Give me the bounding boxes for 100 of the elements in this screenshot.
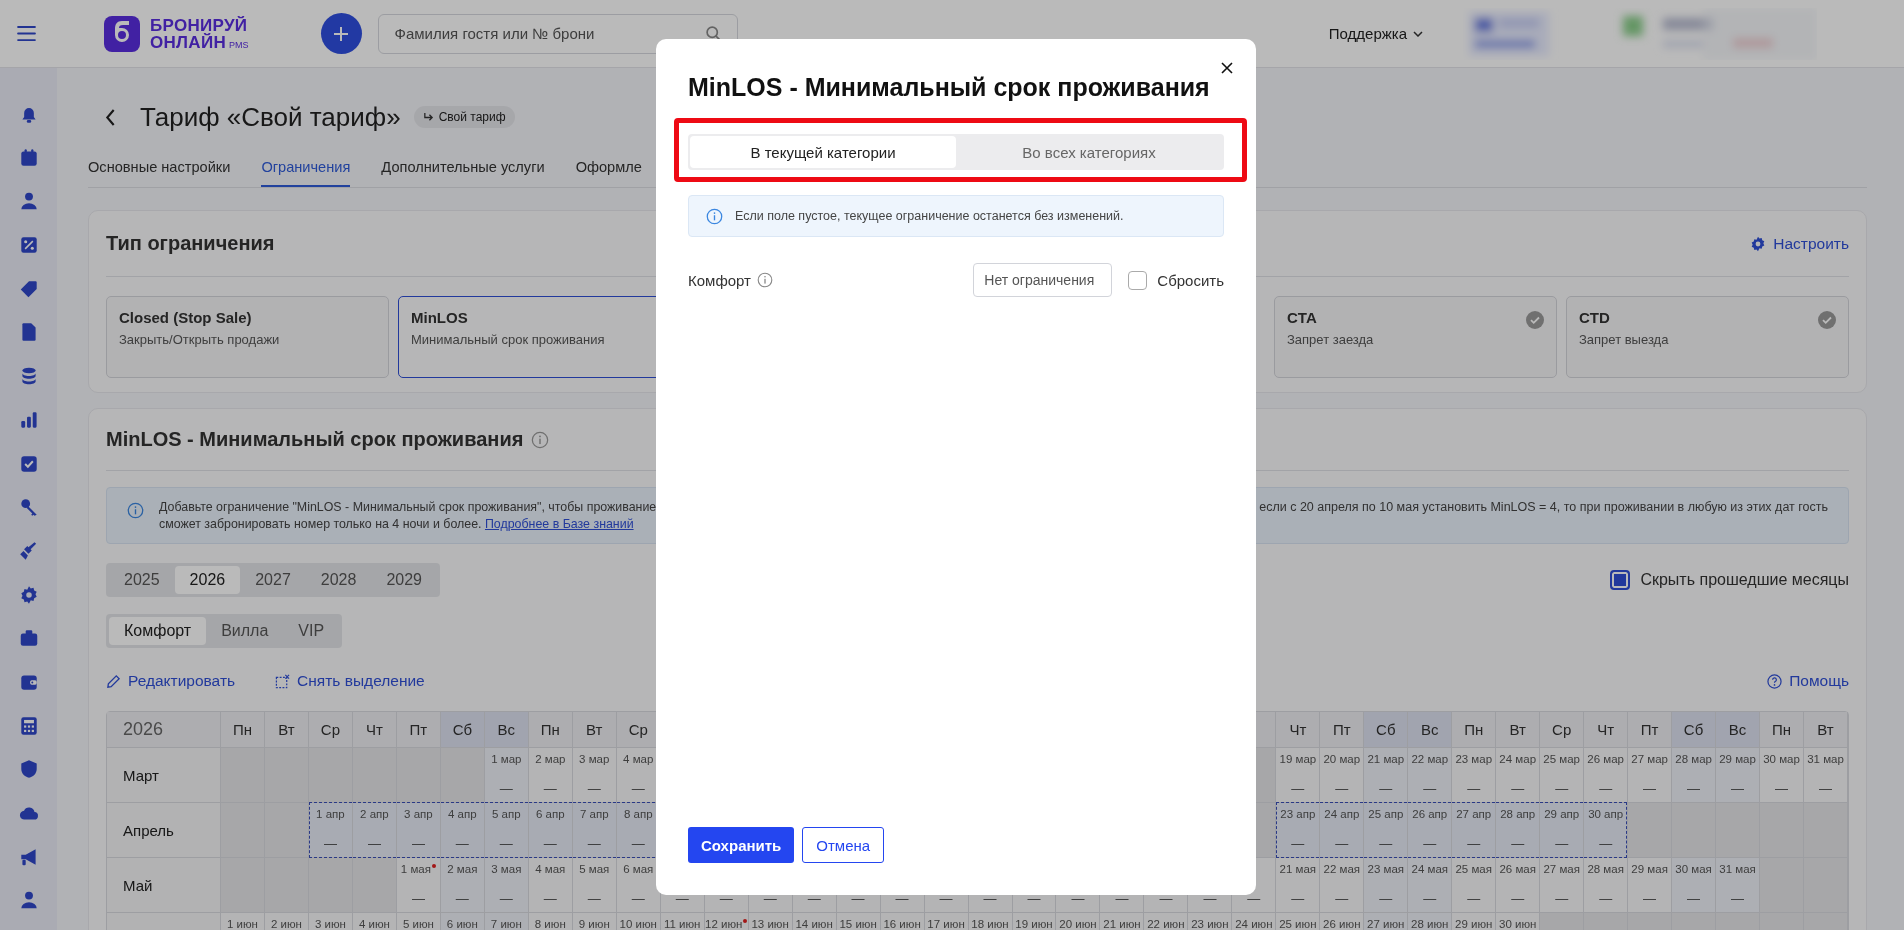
calendar-cell[interactable]: 26 мая — bbox=[1496, 858, 1541, 913]
calendar-cell[interactable]: 8 июн bbox=[528, 913, 573, 930]
calendar-cell[interactable]: 23 апр — bbox=[1276, 803, 1321, 858]
year-tab[interactable]: 2026 bbox=[174, 566, 241, 594]
calendar-cell[interactable]: 27 апр — bbox=[1452, 803, 1497, 858]
calendar-cell[interactable]: 3 мая — bbox=[484, 858, 529, 913]
calendar-cell[interactable]: 24 мая — bbox=[1408, 858, 1453, 913]
year-tab[interactable]: 2029 bbox=[371, 566, 437, 594]
calendar-cell[interactable]: 1 мар — bbox=[484, 748, 529, 803]
calendar-cell[interactable]: 26 апр — bbox=[1408, 803, 1453, 858]
calendar-cell[interactable]: 27 мая — bbox=[1540, 858, 1585, 913]
year-tab[interactable]: 2028 bbox=[305, 566, 372, 594]
calendar-cell[interactable]: 2 апр — bbox=[352, 803, 397, 858]
calendar-cell[interactable]: 3 апр — bbox=[396, 803, 441, 858]
calendar-cell[interactable]: 25 мар — bbox=[1540, 748, 1585, 803]
calendar-cell[interactable]: 19 мар — bbox=[1276, 748, 1321, 803]
restriction-option[interactable]: CTD Запрет выезда bbox=[1566, 296, 1849, 378]
calendar-cell[interactable]: 29 мая — bbox=[1628, 858, 1673, 913]
calendar-cell[interactable]: 5 апр — bbox=[484, 803, 529, 858]
calendar-cell[interactable]: 3 июн bbox=[308, 913, 353, 930]
calendar-cell[interactable]: 4 мая — bbox=[528, 858, 573, 913]
calendar-cell[interactable]: 27 июн bbox=[1364, 913, 1409, 930]
calendar-cell[interactable]: 28 мая — bbox=[1584, 858, 1629, 913]
calendar-cell[interactable]: 1 апр — bbox=[308, 803, 353, 858]
calendar-cell[interactable]: 30 мар — bbox=[1760, 748, 1804, 803]
calendar-cell[interactable]: 30 апр — bbox=[1584, 803, 1629, 858]
tab[interactable]: Основные настройки bbox=[88, 147, 231, 187]
save-button[interactable]: Сохранить bbox=[688, 827, 795, 863]
calendar-cell[interactable]: 23 июн bbox=[1188, 913, 1233, 930]
calendar-cell[interactable]: 20 июн bbox=[1056, 913, 1101, 930]
input-field[interactable]: Нет ограничения bbox=[973, 263, 1113, 297]
calendar-cell[interactable]: 5 мая — bbox=[572, 858, 617, 913]
tab[interactable]: Дополнительные услуги bbox=[381, 147, 545, 187]
calendar-cell[interactable]: 18 июн bbox=[968, 913, 1013, 930]
calendar-cell[interactable]: 25 апр — bbox=[1364, 803, 1409, 858]
calendar-cell[interactable]: 31 мар — bbox=[1804, 748, 1848, 803]
calendar-cell[interactable]: 22 июн bbox=[1144, 913, 1189, 930]
calendar-cell[interactable]: 2 июн bbox=[264, 913, 309, 930]
calendar-cell[interactable]: 15 июн bbox=[836, 913, 881, 930]
calendar-cell[interactable]: 5 июн bbox=[396, 913, 441, 930]
calendar-cell[interactable]: 11 июн bbox=[660, 913, 705, 930]
restriction-option[interactable]: CTA Запрет заезда bbox=[1274, 296, 1557, 378]
calendar-cell[interactable]: 28 апр — bbox=[1496, 803, 1541, 858]
configure-link[interactable]: Настроить bbox=[1750, 234, 1849, 253]
calendar-cell[interactable]: 10 июн bbox=[616, 913, 661, 930]
calendar-cell[interactable]: 24 мар — bbox=[1496, 748, 1541, 803]
calendar-cell[interactable]: 25 мая — bbox=[1452, 858, 1497, 913]
cancel-button[interactable]: Отмена bbox=[802, 827, 885, 863]
scope-tab[interactable]: Во всех категориях bbox=[956, 136, 1222, 168]
tab[interactable]: Оформле bbox=[575, 147, 642, 187]
calendar-cell[interactable]: 1 июн bbox=[221, 913, 265, 930]
calendar-cell[interactable]: 26 мар — bbox=[1584, 748, 1629, 803]
calendar-cell[interactable]: 7 июн bbox=[484, 913, 529, 930]
calendar-cell[interactable]: 23 мар — bbox=[1452, 748, 1497, 803]
calendar-cell[interactable]: 4 июн bbox=[352, 913, 397, 930]
category-tab[interactable]: Вилла bbox=[206, 617, 284, 645]
calendar-cell[interactable]: 6 апр — bbox=[528, 803, 573, 858]
support-menu[interactable]: Поддержка bbox=[1328, 25, 1423, 42]
knowledge-base-link[interactable]: Подробнее в Базе знаний bbox=[484, 517, 634, 531]
category-tab[interactable]: Комфорт bbox=[109, 617, 207, 645]
category-tab[interactable]: VIP bbox=[283, 617, 340, 645]
calendar-cell[interactable]: 13 июн bbox=[748, 913, 793, 930]
calendar-cell[interactable]: 17 июн bbox=[924, 913, 969, 930]
calendar-cell[interactable]: 30 июн bbox=[1496, 913, 1541, 930]
calendar-cell[interactable]: 12 июн bbox=[704, 913, 749, 930]
scope-tab[interactable]: В текущей категории bbox=[690, 136, 956, 168]
calendar-cell[interactable]: 29 мар — bbox=[1716, 748, 1761, 803]
year-tab[interactable]: 2027 bbox=[240, 566, 306, 594]
calendar-cell[interactable]: 7 апр — bbox=[572, 803, 617, 858]
edit-link[interactable]: Редактировать bbox=[106, 672, 236, 690]
calendar-cell[interactable]: 29 июн bbox=[1452, 913, 1497, 930]
calendar-cell[interactable]: 3 мар — bbox=[572, 748, 617, 803]
calendar-cell[interactable]: 21 июн bbox=[1100, 913, 1145, 930]
restriction-option[interactable]: Closed (Stop Sale) Закрыть/Открыть продажи bbox=[106, 296, 389, 378]
calendar-cell[interactable]: 31 мая — bbox=[1716, 858, 1761, 913]
calendar-cell[interactable]: 26 июн bbox=[1320, 913, 1365, 930]
calendar-cell[interactable]: 2 мая — bbox=[440, 858, 485, 913]
help-link[interactable]: Помощь bbox=[1767, 672, 1849, 690]
calendar-cell[interactable]: 9 июн bbox=[572, 913, 617, 930]
calendar-cell[interactable]: 1 мая — bbox=[396, 858, 441, 913]
calendar-cell[interactable]: 22 мая — bbox=[1320, 858, 1365, 913]
calendar-cell[interactable]: 21 мар — bbox=[1364, 748, 1409, 803]
calendar-cell[interactable]: 23 мая — bbox=[1364, 858, 1409, 913]
calendar-cell[interactable]: 28 июн bbox=[1408, 913, 1453, 930]
calendar-cell[interactable]: 25 июн bbox=[1276, 913, 1321, 930]
deselect-link[interactable]: Снять выделение bbox=[275, 672, 425, 690]
calendar-cell[interactable]: 4 апр — bbox=[440, 803, 485, 858]
calendar-cell[interactable]: 19 июн bbox=[1012, 913, 1057, 930]
calendar-cell[interactable]: 28 мар — bbox=[1672, 748, 1717, 803]
calendar-cell[interactable]: 14 июн bbox=[792, 913, 837, 930]
tab[interactable]: Ограничения bbox=[261, 147, 351, 187]
calendar-cell[interactable]: 6 июн bbox=[440, 913, 485, 930]
calendar-cell[interactable]: 16 июн bbox=[880, 913, 925, 930]
calendar-cell[interactable]: 21 мая — bbox=[1276, 858, 1321, 913]
calendar-cell[interactable]: 6 мая — bbox=[616, 858, 661, 913]
calendar-cell[interactable]: 24 июн bbox=[1232, 913, 1277, 930]
calendar-cell[interactable]: 27 мар — bbox=[1628, 748, 1673, 803]
calendar-cell[interactable]: 22 мар — bbox=[1408, 748, 1453, 803]
calendar-cell[interactable]: 29 апр — bbox=[1540, 803, 1585, 858]
calendar-cell[interactable]: 2 мар — bbox=[528, 748, 573, 803]
